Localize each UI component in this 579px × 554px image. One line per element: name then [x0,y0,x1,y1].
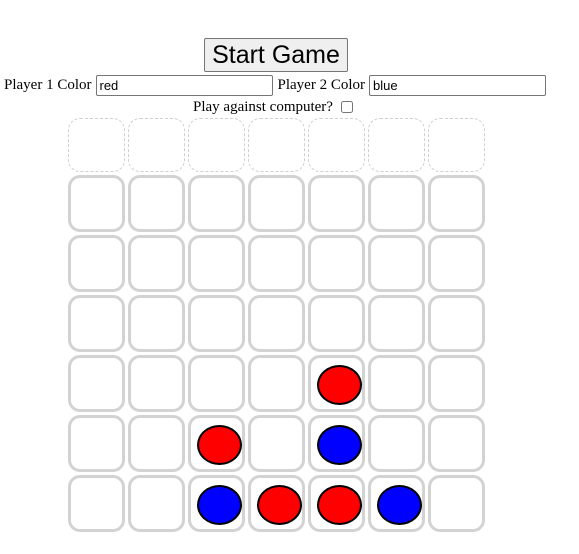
computer-opponent-label: Play against computer? [193,98,333,115]
board-cell[interactable] [188,415,245,472]
board-cell[interactable] [368,475,425,532]
board-cell[interactable] [128,475,185,532]
board-cell[interactable] [68,475,125,532]
red-disc [317,365,362,405]
blue-disc [317,425,362,465]
red-disc [317,485,362,525]
board-row [68,295,488,355]
board-cell[interactable] [368,355,425,412]
computer-opponent-checkbox[interactable] [340,101,353,113]
red-disc [197,425,242,465]
board-cell[interactable] [308,175,365,232]
board-cell[interactable] [308,295,365,352]
board-cell[interactable] [128,235,185,292]
drop-slot-7[interactable] [428,118,485,172]
player2-color-input[interactable] [369,74,546,96]
drop-slot-6[interactable] [368,118,425,172]
board-cell[interactable] [68,175,125,232]
board-cell[interactable] [428,355,485,412]
board-cell[interactable] [308,415,365,472]
drop-slot-4[interactable] [248,118,305,172]
board-cell[interactable] [188,235,245,292]
board-cell[interactable] [308,355,365,412]
board-row [68,175,488,235]
board-row [68,415,488,475]
player1-color-input[interactable] [95,74,273,96]
board-cell[interactable] [248,295,305,352]
board-cell[interactable] [428,175,485,232]
board-cell[interactable] [68,355,125,412]
board-cell[interactable] [128,355,185,412]
board-cell[interactable] [188,175,245,232]
board-cell[interactable] [248,175,305,232]
board-grid [68,175,488,535]
board-cell[interactable] [188,475,245,532]
board-cell[interactable] [68,415,125,472]
board-cell[interactable] [188,295,245,352]
drop-zone-row [68,118,488,175]
board-cell[interactable] [68,235,125,292]
blue-disc [197,485,242,525]
board-cell[interactable] [428,475,485,532]
board-cell[interactable] [308,235,365,292]
board-cell[interactable] [248,355,305,412]
start-game-button[interactable]: Start Game [204,38,348,72]
board-cell[interactable] [188,355,245,412]
board-row [68,475,488,535]
player2-color-label: Player 2 Color [277,76,366,93]
red-disc [257,485,302,525]
board-cell[interactable] [428,295,485,352]
board-cell[interactable] [428,415,485,472]
board-cell[interactable] [128,295,185,352]
board-cell[interactable] [248,235,305,292]
board-cell[interactable] [428,235,485,292]
board-row [68,355,488,415]
board-cell[interactable] [368,235,425,292]
blue-disc [377,485,422,525]
board-cell[interactable] [128,415,185,472]
computer-opponent-row: Play against computer? [193,97,353,117]
board-cell[interactable] [248,475,305,532]
board-cell[interactable] [68,295,125,352]
drop-slot-5[interactable] [308,118,365,172]
player1-color-label: Player 1 Color [4,76,92,93]
drop-slot-2[interactable] [128,118,185,172]
board-cell[interactable] [248,415,305,472]
board-row [68,235,488,295]
board-cell[interactable] [368,415,425,472]
drop-slot-3[interactable] [188,118,245,172]
board-cell[interactable] [308,475,365,532]
board-cell[interactable] [128,175,185,232]
game-board [68,118,488,535]
player-colors-row: Player 1 Color Player 2 Color [4,74,546,96]
board-cell[interactable] [368,295,425,352]
board-cell[interactable] [368,175,425,232]
drop-slot-1[interactable] [68,118,125,172]
